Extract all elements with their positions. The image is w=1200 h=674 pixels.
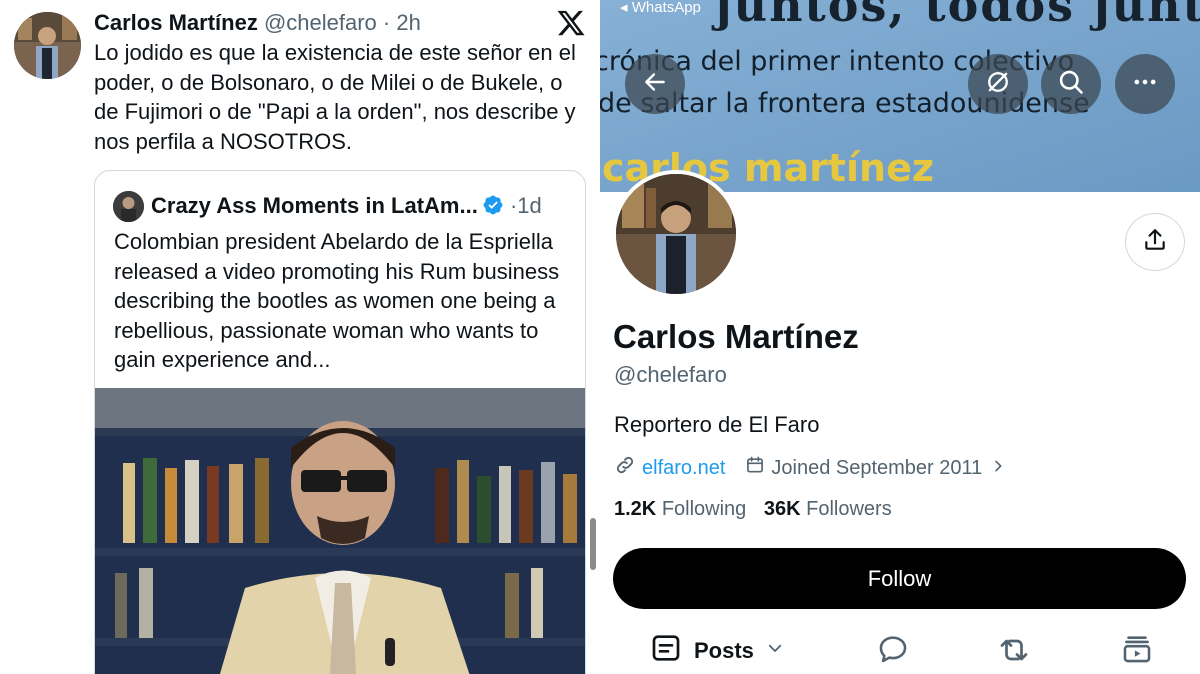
back-button[interactable] (625, 54, 685, 114)
profile-website-link[interactable]: elfaro.net (642, 457, 725, 480)
chevron-right-icon[interactable] (990, 457, 1006, 480)
tweet-author-name[interactable]: Carlos Martínez (94, 10, 258, 35)
chevron-down-icon (766, 639, 784, 662)
profile-joined-date: Joined September 2011 (771, 456, 983, 479)
quoted-author-name[interactable]: Crazy Ass Moments in LatAm... (151, 193, 478, 218)
following-count: 1.2K (614, 498, 657, 520)
profile-meta-row: elfaro.net Joined September 2011 (614, 454, 1006, 482)
grok-icon (984, 68, 1012, 101)
share-icon (1142, 227, 1168, 258)
followers-label: Followers (806, 498, 892, 520)
quoted-tweet-card[interactable]: Crazy Ass Moments in LatAm... ·1d Colomb… (94, 170, 586, 674)
tweet-header: Carlos Martínez @chelefaro · 2h (94, 10, 421, 36)
tweet-text: Lo jodido es que la existencia de este s… (94, 40, 576, 154)
follow-button[interactable]: Follow (613, 548, 1186, 609)
tab-posts[interactable]: Posts (650, 632, 784, 669)
posts-icon (650, 632, 682, 669)
verified-badge-icon (482, 194, 504, 224)
banner-title-line: juntos, todos juntos (715, 0, 1200, 32)
status-app-name: WhatsApp (631, 0, 701, 16)
media-stack-icon (1120, 632, 1154, 671)
tweet-timestamp[interactable]: 2h (396, 10, 420, 35)
x-logo-icon (556, 8, 586, 38)
followers-count: 36K (763, 498, 801, 520)
separator-dot: · (382, 10, 391, 35)
reply-bubble-icon (876, 632, 910, 671)
following-label: Following (661, 498, 747, 520)
profile-tab-bar: Posts (600, 632, 1200, 674)
profile-banner[interactable]: juntos, todos juntos crónica del primer … (600, 0, 1200, 192)
quoted-author-avatar[interactable] (113, 191, 144, 222)
share-profile-button[interactable] (1125, 213, 1185, 271)
quoted-tweet-text: Colombian president Abelardo de la Espri… (114, 229, 560, 372)
quoted-tweet-timestamp[interactable]: 1d (517, 193, 541, 218)
scrollbar-thumb[interactable] (590, 518, 596, 570)
profile-panel: juntos, todos juntos crónica del primer … (600, 0, 1200, 674)
tab-posts-label: Posts (694, 637, 754, 663)
profile-stats: 1.2K Following 36K Followers (614, 498, 892, 521)
tweet-author-handle[interactable]: @chelefaro (264, 10, 377, 35)
following-link[interactable]: 1.2K Following (614, 498, 746, 520)
search-icon (1057, 68, 1085, 101)
profile-bio: Reportero de El Faro (614, 412, 820, 437)
profile-name: Carlos Martínez (613, 318, 859, 355)
tweet-panel: Carlos Martínez @chelefaro · 2h Lo jodid… (0, 0, 600, 674)
profile-handle: @chelefaro (614, 362, 727, 387)
calendar-icon (745, 455, 765, 481)
more-options-button[interactable] (1115, 54, 1175, 114)
status-bar-back-to-app[interactable]: ◂ WhatsApp (620, 0, 701, 16)
quoted-video-thumbnail[interactable] (95, 388, 585, 674)
tab-media[interactable] (1120, 632, 1154, 671)
quoted-tweet-header: Crazy Ass Moments in LatAm... ·1d (151, 191, 542, 224)
profile-avatar[interactable] (612, 170, 740, 298)
grok-button[interactable] (968, 54, 1028, 114)
link-icon (614, 454, 636, 482)
search-button[interactable] (1041, 54, 1101, 114)
repost-icon (996, 632, 1032, 673)
followers-link[interactable]: 36K Followers (764, 498, 892, 520)
arrow-left-icon (642, 69, 668, 100)
more-dots-icon (1131, 68, 1159, 101)
tab-reposts[interactable] (996, 632, 1032, 673)
tab-replies[interactable] (876, 632, 910, 671)
tweet-author-avatar[interactable] (14, 12, 81, 79)
